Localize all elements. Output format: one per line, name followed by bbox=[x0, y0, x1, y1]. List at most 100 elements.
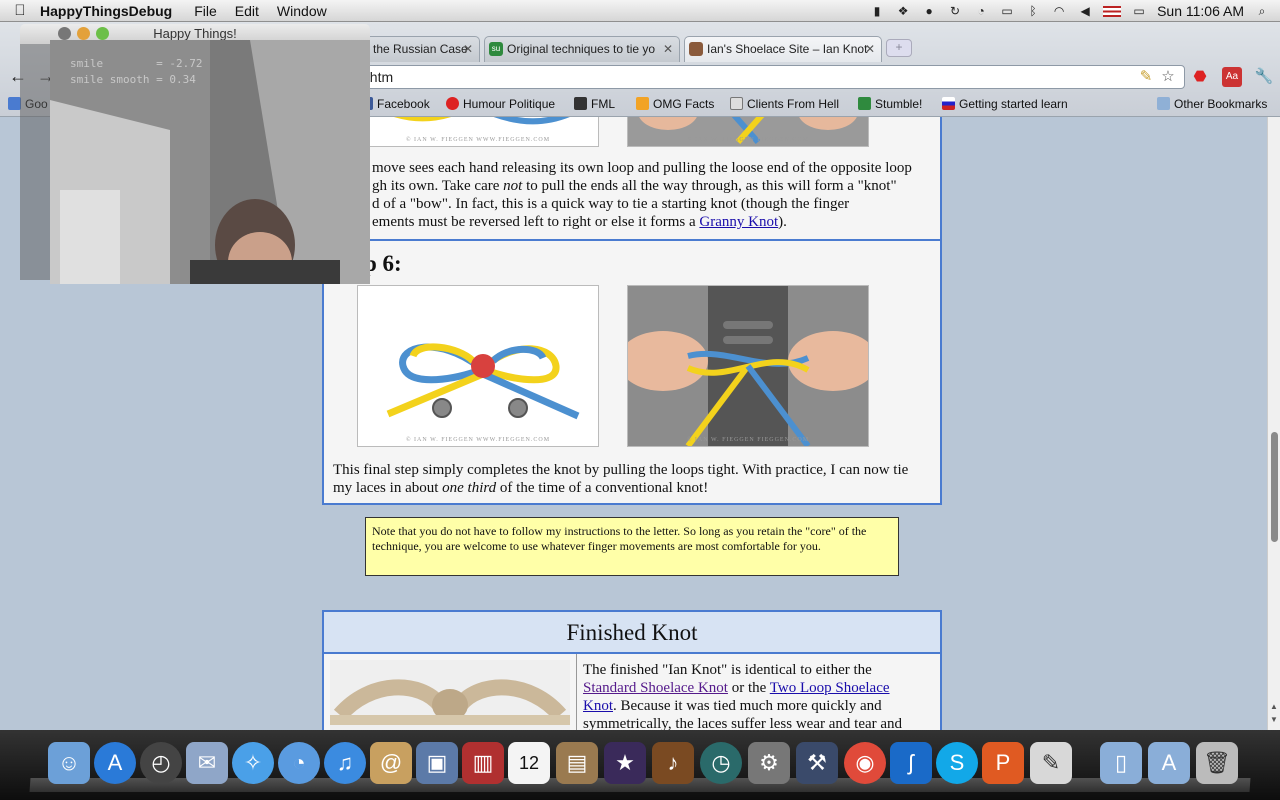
text-line: This final step simply completes the kno… bbox=[333, 462, 909, 478]
wifi-icon[interactable]: ◠ bbox=[1051, 4, 1067, 18]
finished-paragraph: The finished "Ian Knot" is identical to … bbox=[583, 661, 933, 730]
bookmark-facebook[interactable]: Facebook bbox=[360, 97, 430, 111]
russian-flag-icon bbox=[942, 97, 955, 110]
shazam-like-icon[interactable]: ʃ bbox=[890, 742, 932, 784]
tab-ians-shoelace-site[interactable]: Ian's Shoelace Site – Ian Knot ✕ bbox=[684, 36, 882, 62]
photo-booth-icon[interactable]: ▥ bbox=[462, 742, 504, 784]
us-flag-icon[interactable] bbox=[1103, 5, 1122, 17]
finished-bow-diagram-icon bbox=[386, 343, 580, 420]
two-loop-shoelace-knot-link-cont[interactable]: Knot bbox=[583, 698, 613, 714]
bookmark-stumble[interactable]: Stumble! bbox=[858, 97, 922, 111]
bluetooth-icon[interactable]: ᛒ bbox=[1025, 4, 1041, 18]
granny-knot-link[interactable]: Granny Knot bbox=[699, 214, 778, 230]
image-credit: © IAN W. FIEGGEN WWW.FIEGGEN.COM bbox=[405, 437, 551, 443]
menu-file[interactable]: File bbox=[194, 3, 217, 19]
bookmark-other[interactable]: Other Bookmarks bbox=[1157, 97, 1267, 111]
menu-clock[interactable]: Sun 11:06 AM bbox=[1157, 3, 1244, 19]
apple-menu-icon[interactable]:  bbox=[0, 2, 40, 19]
text-line: my laces in about one third of the time … bbox=[333, 479, 938, 497]
trash-icon[interactable]: 🗑 bbox=[1196, 742, 1238, 784]
page-scrollbar[interactable]: ▲ ▼ bbox=[1267, 117, 1280, 730]
text-line: The finished "Ian Knot" is identical to … bbox=[583, 662, 872, 678]
iphoto-icon[interactable]: ▤ bbox=[556, 742, 598, 784]
step5-photo-image: © IAN W. FIEGGEN FIEGGEN.COM bbox=[627, 117, 869, 147]
omg-icon bbox=[636, 97, 649, 110]
system-preferences-icon[interactable]: ⚙ bbox=[748, 742, 790, 784]
tab-label: Original techniques to tie yo bbox=[507, 42, 656, 56]
address-bar[interactable]: t.htm bbox=[355, 65, 1185, 89]
bookmark-label: Humour Politique bbox=[463, 97, 556, 111]
battery-icon[interactable]: ▭ bbox=[1131, 4, 1147, 18]
zoom-icon[interactable] bbox=[96, 27, 109, 40]
scrollbar-thumb[interactable] bbox=[1271, 432, 1278, 542]
new-tab-button[interactable]: + bbox=[886, 39, 912, 57]
text-line: symmetrically, the laces suffer less wea… bbox=[583, 716, 903, 730]
garageband-icon[interactable]: ♪ bbox=[652, 742, 694, 784]
standard-shoelace-knot-link[interactable]: Standard Shoelace Knot bbox=[583, 680, 728, 696]
close-icon[interactable]: ✕ bbox=[463, 42, 473, 56]
menu-edit[interactable]: Edit bbox=[235, 3, 259, 19]
bookmark-omg-facts[interactable]: OMG Facts bbox=[636, 97, 714, 111]
text-span: of the time of a conventional knot! bbox=[496, 480, 709, 496]
documents-folder-icon[interactable]: ▯ bbox=[1100, 742, 1142, 784]
finder-icon[interactable]: ☺ bbox=[48, 742, 90, 784]
broom-icon[interactable]: ✎ bbox=[1136, 67, 1156, 87]
applications-folder-icon[interactable]: A bbox=[1148, 742, 1190, 784]
menu-window[interactable]: Window bbox=[277, 3, 327, 19]
time-machine-icon[interactable]: ◔ bbox=[973, 4, 989, 18]
tip-note: Note that you do not have to follow my i… bbox=[365, 517, 899, 576]
extension-aa-icon[interactable]: Aa bbox=[1222, 67, 1242, 87]
ian-favicon-icon bbox=[689, 42, 703, 56]
bookmark-humour-politique[interactable]: Humour Politique bbox=[446, 97, 555, 111]
wrench-menu-icon[interactable]: 🔧 bbox=[1254, 67, 1274, 87]
mail-stamp-icon[interactable]: ✉ bbox=[186, 742, 228, 784]
text-line: gh its own. Take care not to pull the en… bbox=[372, 177, 942, 195]
bookmark-fml[interactable]: FML bbox=[574, 97, 615, 111]
tab-label: the Russian Case bbox=[373, 42, 468, 56]
minimize-icon[interactable] bbox=[77, 27, 90, 40]
step5-paragraph: move sees each hand releasing its own lo… bbox=[372, 159, 942, 231]
adblock-icon[interactable]: ⬣ bbox=[1190, 67, 1210, 87]
chrome-icon[interactable]: ◉ bbox=[844, 742, 886, 784]
bookmark-getting-started[interactable]: Getting started learn bbox=[942, 97, 1074, 111]
ical-icon[interactable]: 12 bbox=[508, 742, 550, 784]
imovie-icon[interactable]: ★ bbox=[604, 742, 646, 784]
display-icon[interactable]: ▭ bbox=[999, 4, 1015, 18]
bookmark-star-icon[interactable]: ☆ bbox=[1158, 67, 1178, 87]
skype-icon[interactable]: S bbox=[936, 742, 978, 784]
processing-icon[interactable]: P bbox=[982, 742, 1024, 784]
address-book-icon[interactable]: @ bbox=[370, 742, 412, 784]
text-line: move sees each hand releasing its own lo… bbox=[372, 160, 912, 176]
textedit-icon[interactable]: ✎ bbox=[1030, 742, 1072, 784]
growl-icon[interactable]: ● bbox=[921, 4, 937, 18]
tab-original-techniques[interactable]: su Original techniques to tie yo ✕ bbox=[484, 36, 680, 62]
time-machine-icon[interactable]: ◷ bbox=[700, 742, 742, 784]
app-store-icon[interactable]: A bbox=[94, 742, 136, 784]
volume-icon[interactable]: ◀ bbox=[1077, 4, 1093, 18]
bookmark-clients-from-hell[interactable]: Clients From Hell bbox=[730, 97, 839, 111]
text-span: to pull the ends all the way through, as… bbox=[522, 178, 897, 194]
dashboard-icon[interactable]: ◴ bbox=[140, 742, 182, 784]
emphasis: one third bbox=[442, 480, 497, 496]
close-icon[interactable] bbox=[58, 27, 71, 40]
spotlight-search-icon[interactable]: ⌕ bbox=[1254, 4, 1270, 18]
sync-icon[interactable]: ↻ bbox=[947, 4, 963, 18]
close-icon[interactable]: ✕ bbox=[663, 42, 673, 56]
scroll-down-arrow-icon[interactable]: ▼ bbox=[1270, 715, 1278, 724]
preview-icon[interactable]: ▣ bbox=[416, 742, 458, 784]
itunes-icon[interactable]: ♫ bbox=[324, 742, 366, 784]
xcode-icon[interactable]: ⚒ bbox=[796, 742, 838, 784]
safari-icon[interactable]: ✧ bbox=[232, 742, 274, 784]
happy-things-window[interactable]: Happy Things! smile = -2.72 smile smooth … bbox=[20, 24, 370, 284]
ichat-icon[interactable]: ◔ bbox=[278, 742, 320, 784]
text-span: my laces in about bbox=[333, 480, 443, 496]
close-icon[interactable]: ✕ bbox=[865, 42, 875, 56]
evernote-icon[interactable]: ❖ bbox=[895, 4, 911, 18]
bookmark-label: FML bbox=[591, 97, 615, 111]
app-menu[interactable]: HappyThingsDebug bbox=[40, 3, 172, 19]
text-line: Standard Shoelace Knot or the Two Loop S… bbox=[583, 679, 933, 697]
clipboard-icon[interactable]: ▮ bbox=[869, 4, 885, 18]
two-loop-shoelace-knot-link[interactable]: Two Loop Shoelace bbox=[770, 680, 890, 696]
scroll-up-arrow-icon[interactable]: ▲ bbox=[1270, 702, 1278, 711]
text-span: ements must be reversed left to right or… bbox=[372, 214, 700, 230]
